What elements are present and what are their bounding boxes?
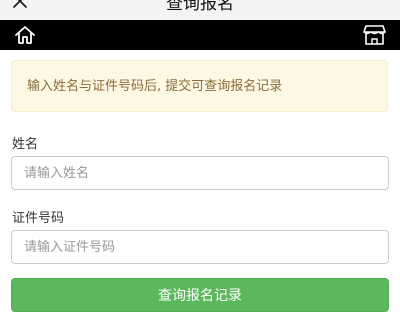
home-icon: [15, 26, 35, 44]
name-label: 姓名: [12, 137, 39, 152]
store-icon: [363, 25, 386, 45]
title-bar: 查询报名: [0, 0, 400, 20]
id-number-label: 证件号码: [12, 211, 65, 226]
home-button[interactable]: [14, 25, 36, 45]
query-button[interactable]: 查询报名记录: [11, 278, 389, 312]
store-button[interactable]: [363, 24, 386, 46]
notice-alert: 输入姓名与证件号码后, 提交可查询报名记录: [11, 60, 388, 112]
page-title: 查询报名: [166, 0, 234, 14]
navbar: [0, 20, 400, 50]
id-number-input[interactable]: [11, 230, 389, 264]
name-input[interactable]: [11, 156, 389, 190]
